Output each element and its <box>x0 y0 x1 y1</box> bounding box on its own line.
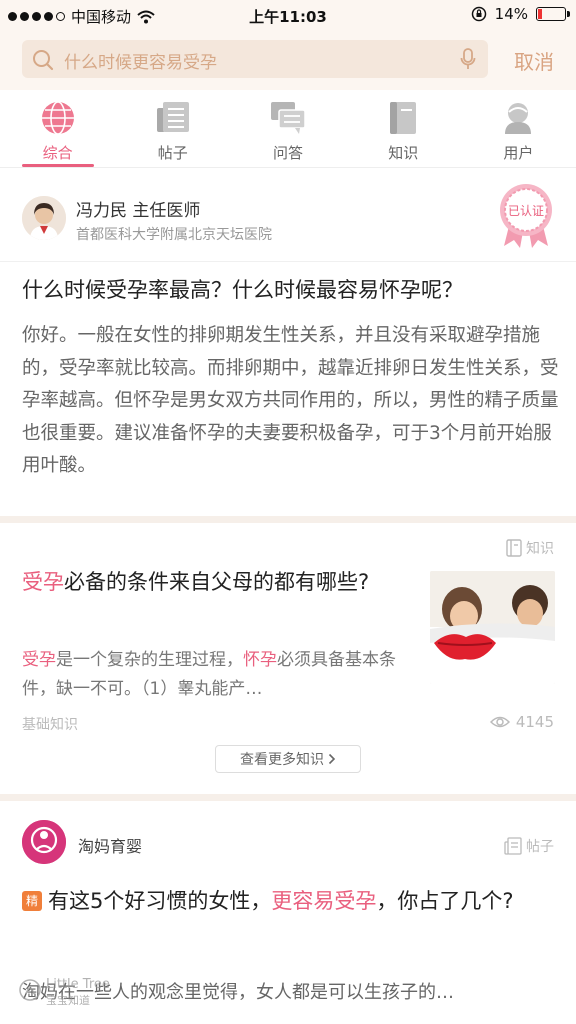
svg-text:宝宝知道: 宝宝知道 <box>46 993 90 1007</box>
eye-icon <box>489 716 510 728</box>
tab-label: 帖子 <box>157 144 188 162</box>
search-input[interactable]: 什么时候更容易受孕 <box>22 40 488 78</box>
cancel-button[interactable]: 取消 <box>514 46 554 75</box>
knowledge-tag-label: 知识 <box>526 541 554 557</box>
title-text: ，你占了几个? <box>376 889 514 913</box>
more-knowledge-label: 查看更多知识 <box>240 752 324 768</box>
book-icon <box>390 102 417 134</box>
rotation-lock-icon <box>471 6 486 22</box>
post-tag: 帖子 <box>504 836 554 856</box>
chevron-right-icon <box>328 753 336 765</box>
knowledge-thumbnail[interactable] <box>430 571 555 684</box>
knowledge-tag: 知识 <box>506 538 554 558</box>
summary-text: 是一个复杂的生理过程， <box>56 650 243 670</box>
search-header: 什么时候更容易受孕 取消 <box>0 30 576 90</box>
featured-badge: 精 <box>22 891 42 911</box>
doctor-name: 冯力民 主任医师 <box>76 201 201 221</box>
author-name[interactable]: 淘妈育婴 <box>78 833 142 857</box>
battery-percent: 14% <box>494 5 528 23</box>
active-tab-indicator <box>21 164 94 167</box>
doctor-header[interactable]: 冯力民 主任医师 首都医科大学附属北京天坛医院 已认证 <box>0 168 576 262</box>
view-count-value: 4145 <box>515 713 554 731</box>
globe-icon <box>41 101 74 135</box>
svg-text:Little Tree: Little Tree <box>46 977 110 992</box>
post-title[interactable]: 精有这5个好习惯的女性，更容易受孕，你占了几个? <box>22 884 556 918</box>
title-highlight: 更容易受孕 <box>271 889 377 913</box>
tab-label: 用户 <box>503 144 534 162</box>
tab-knowledge[interactable]: 知识 <box>346 90 461 167</box>
summary-highlight: 受孕 <box>22 650 56 670</box>
title-text: 有这5个好习惯的女性， <box>48 889 272 913</box>
search-icon <box>33 50 54 71</box>
hospital-name: 首都医科大学附属北京天坛医院 <box>76 227 272 243</box>
section-divider <box>0 794 576 801</box>
verified-badge-text: 已认证 <box>508 204 544 218</box>
knowledge-summary[interactable]: 受孕是一个复杂的生理过程，怀孕必须具备基本条件，缺一不可。（1）睾丸能产… <box>22 646 418 704</box>
post-tag-label: 帖子 <box>526 839 554 855</box>
tab-label: 知识 <box>388 144 419 162</box>
category-tabs: 综合 帖子 问答 知识 用户 <box>0 90 576 168</box>
knowledge-title[interactable]: 受孕必备的条件来自父母的都有哪些? <box>22 566 418 598</box>
verified-badge: 已认证 <box>498 182 554 252</box>
battery-icon <box>536 7 570 21</box>
author-avatar[interactable] <box>22 820 66 864</box>
knowledge-category: 基础知识 <box>22 717 78 733</box>
tab-label: 问答 <box>273 144 304 162</box>
tab-users[interactable]: 用户 <box>461 90 576 167</box>
answer-text[interactable]: 你好。一般在女性的排卵期发生性关系，并且没有采取避孕措施的，受孕率就比较高。而排… <box>22 320 560 483</box>
tab-posts[interactable]: 帖子 <box>115 90 230 167</box>
knowledge-tag-icon <box>506 539 522 557</box>
chat-icon <box>271 102 306 134</box>
tab-all[interactable]: 综合 <box>0 90 115 167</box>
microphone-icon[interactable] <box>460 48 476 70</box>
summary-highlight: 怀孕 <box>243 650 277 670</box>
tab-qa[interactable]: 问答 <box>230 90 345 167</box>
doctor-avatar[interactable] <box>22 196 66 240</box>
search-placeholder: 什么时候更容易受孕 <box>64 53 217 73</box>
watermark-logo: Little Tree 宝宝知道 <box>18 970 158 1010</box>
post-tag-icon <box>504 837 522 855</box>
tab-label: 综合 <box>42 144 73 162</box>
title-text: 必备的条件来自父母的都有哪些? <box>64 570 370 594</box>
more-knowledge-button[interactable]: 查看更多知识 <box>215 745 361 773</box>
title-highlight: 受孕 <box>22 570 64 594</box>
post-icon <box>156 102 189 132</box>
user-icon <box>505 103 532 134</box>
question-title[interactable]: 什么时候受孕率最高？什么时候最容易怀孕呢？ <box>22 274 562 304</box>
section-divider <box>0 516 576 523</box>
view-count: 4145 <box>489 713 554 731</box>
status-bar: 中国移动 上午11:03 14% <box>0 0 576 30</box>
